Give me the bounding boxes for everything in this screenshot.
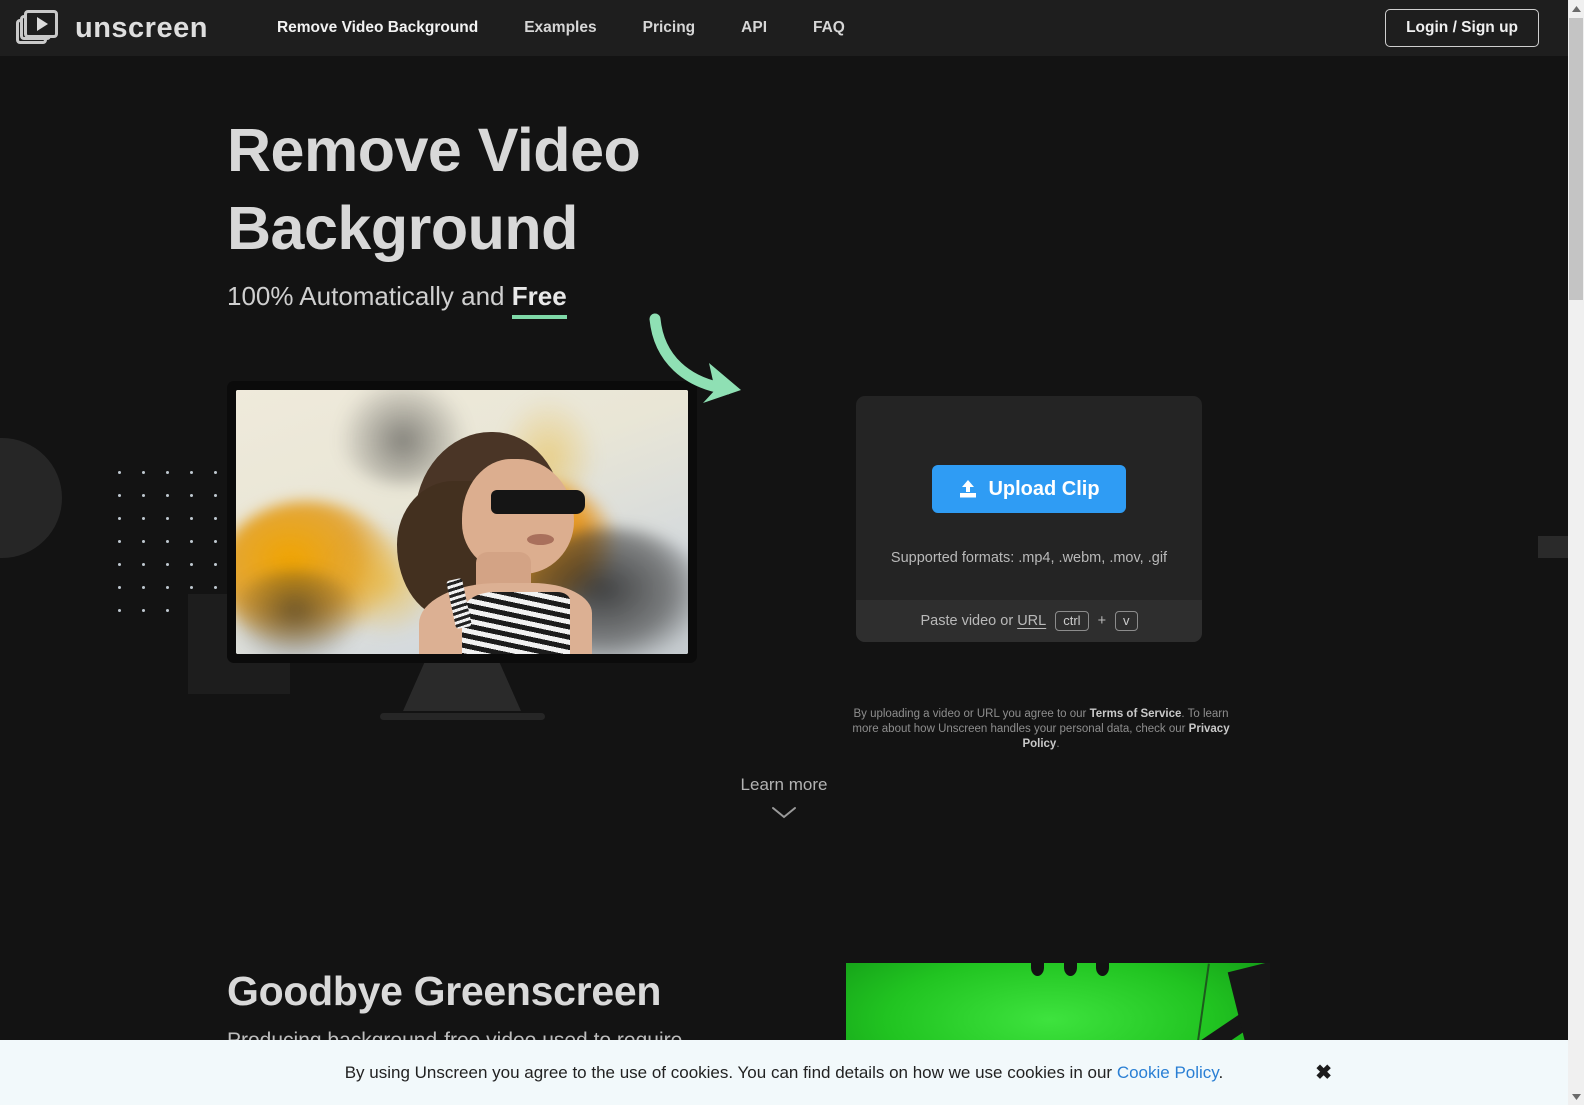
- url-link[interactable]: URL: [1017, 613, 1046, 629]
- page-content: unscreen Remove Video Background Example…: [0, 0, 1568, 1105]
- learn-more[interactable]: Learn more: [0, 775, 1568, 819]
- upload-icon: [960, 480, 977, 498]
- chevron-down-icon[interactable]: [771, 806, 797, 819]
- main-nav: Remove Video Background Examples Pricing…: [254, 19, 868, 37]
- key-plus: +: [1097, 613, 1107, 629]
- nav-item-faq[interactable]: FAQ: [790, 19, 868, 37]
- upload-clip-button[interactable]: Upload Clip: [932, 465, 1126, 513]
- decorative-half-circle: [0, 438, 62, 558]
- cookie-text-after: .: [1218, 1062, 1224, 1082]
- hero-title-line-1: Remove Video: [227, 116, 641, 184]
- video-preview-scene: [236, 390, 688, 654]
- close-icon[interactable]: ✖: [1315, 1063, 1332, 1083]
- key-ctrl: ctrl: [1055, 610, 1089, 632]
- cookie-text-before: By using Unscreen you agree to the use o…: [344, 1062, 1117, 1082]
- monitor-base: [379, 713, 545, 720]
- video-stack-play-icon: [16, 8, 64, 48]
- paste-url-bar[interactable]: Paste video or URL ctrl + v: [856, 600, 1202, 642]
- monitor-illustration: [227, 381, 697, 720]
- site-header: unscreen Remove Video Background Example…: [0, 0, 1568, 56]
- nav-item-api[interactable]: API: [718, 19, 790, 37]
- legal-line2-a: how Unscreen handles your personal data,…: [913, 723, 1189, 735]
- cookie-banner-text: By using Unscreen you agree to the use o…: [345, 1063, 1224, 1083]
- upload-panel-body: Upload Clip Supported formats: .mp4, .we…: [856, 396, 1202, 600]
- scroll-up-button[interactable]: [1568, 0, 1584, 17]
- legal-disclaimer: By uploading a video or URL you agree to…: [845, 707, 1237, 752]
- video-preview[interactable]: [236, 390, 688, 654]
- curved-arrow-right-icon: [649, 313, 741, 403]
- key-v: v: [1115, 610, 1138, 632]
- hero-subtitle: 100% Automatically and Free: [227, 281, 847, 319]
- monitor-stand: [403, 663, 521, 711]
- hero-subtitle-highlight: Free: [511, 281, 567, 319]
- hero-title-line-2: Background: [227, 194, 578, 262]
- cookie-policy-link[interactable]: Cookie Policy: [1117, 1063, 1219, 1082]
- paste-label: Paste video or URL: [920, 613, 1047, 629]
- login-signup-button[interactable]: Login / Sign up: [1385, 9, 1539, 47]
- decorative-edge-block: [1538, 536, 1568, 558]
- hero-subtitle-prefix: 100% Automatically and: [227, 281, 512, 311]
- scroll-down-button[interactable]: [1568, 1088, 1584, 1105]
- cookie-banner: By using Unscreen you agree to the use o…: [0, 1040, 1568, 1105]
- nav-item-examples[interactable]: Examples: [501, 19, 619, 37]
- scrollbar-thumb[interactable]: [1569, 18, 1583, 300]
- supported-formats-text: Supported formats: .mp4, .webm, .mov, .g…: [890, 550, 1168, 566]
- terms-of-service-link[interactable]: Terms of Service: [1090, 708, 1182, 720]
- hero-heading: Remove Video Background 100% Automatical…: [227, 111, 847, 319]
- learn-more-label: Learn more: [740, 775, 828, 794]
- legal-line1-a: By uploading a video or URL you agree to…: [853, 708, 1090, 720]
- browser-viewport: unscreen Remove Video Background Example…: [0, 0, 1584, 1105]
- section-heading: Goodbye Greenscreen: [227, 968, 662, 1014]
- nav-item-pricing[interactable]: Pricing: [620, 19, 719, 37]
- logo-text: unscreen: [75, 11, 208, 44]
- upload-clip-button-label: Upload Clip: [988, 477, 1100, 500]
- logo[interactable]: unscreen: [16, 8, 208, 48]
- monitor-frame: [227, 381, 697, 663]
- vertical-scrollbar[interactable]: [1568, 0, 1584, 1105]
- upload-panel: Upload Clip Supported formats: .mp4, .we…: [856, 396, 1202, 642]
- legal-line2-c: .: [1056, 738, 1060, 750]
- hero-section: Remove Video Background 100% Automatical…: [0, 56, 1568, 756]
- nav-item-remove-video-background[interactable]: Remove Video Background: [254, 19, 501, 37]
